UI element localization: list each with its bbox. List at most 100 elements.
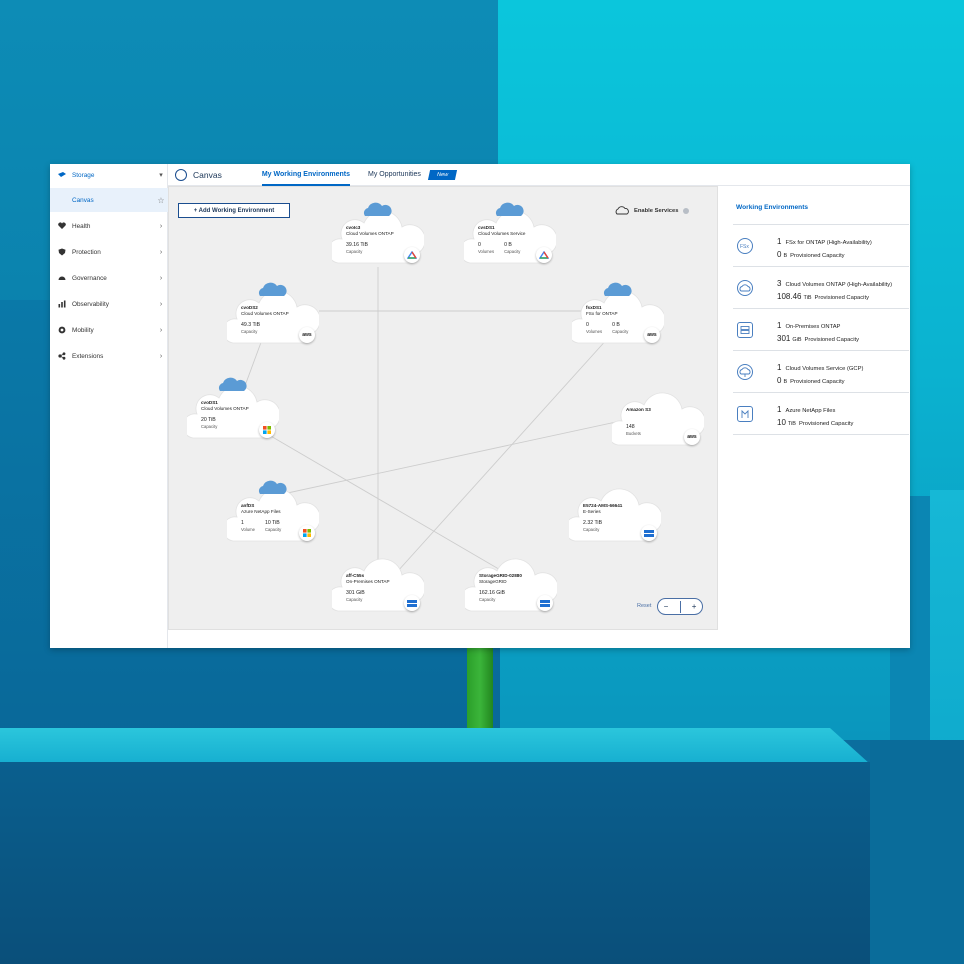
metric-label: Volumes <box>586 328 603 334</box>
small-cloud-icon <box>258 480 287 494</box>
metric-label: Volumes <box>478 248 495 254</box>
panel-title: Working Environments <box>736 204 809 211</box>
sidebar-item-observability[interactable]: Observability › <box>50 293 168 315</box>
node-type: Cloud Volumes ONTAP <box>201 406 249 412</box>
background-floor <box>870 740 964 964</box>
tab-my-working-environments[interactable]: My Working Environments <box>261 164 351 186</box>
zoom-in-button[interactable]: + <box>692 602 697 611</box>
working-environment-node[interactable]: E5724-AMS-66641 E-Series 2.32 TiB Capacit… <box>569 487 661 543</box>
metric-value: 49.3 TiB <box>241 322 261 328</box>
node-metrics: 162.16 GiB Capacity <box>479 590 515 602</box>
working-environment-node[interactable]: cvsDS1 Cloud Volumes Service 0 Volumes 0 … <box>464 202 556 265</box>
node-type: Azure NetApp Files <box>241 509 281 515</box>
sidebar-item-label: Observability <box>72 300 109 308</box>
item-count: 1 <box>777 237 782 246</box>
divider <box>679 600 681 613</box>
working-environment-node[interactable]: cvoDS1 Cloud Volumes ONTAP 20 TiB Capacit… <box>187 377 279 440</box>
node-type: Cloud Volumes ONTAP <box>241 311 289 317</box>
node-info: cvoDS2 Cloud Volumes ONTAP <box>241 305 289 317</box>
azure-icon <box>299 525 315 541</box>
sidebar-item-label: Protection <box>72 248 101 256</box>
metric-value: 2.32 TiB <box>583 520 603 526</box>
sidebar-item-extensions[interactable]: Extensions › <box>50 345 168 367</box>
zoom-control: − + <box>657 598 703 615</box>
working-environment-node[interactable]: fsxDS1 FSx for ONTAP 0 Volumes 0 B Capacit… <box>572 282 664 345</box>
server-icon <box>641 525 657 541</box>
node-metrics: 148 Buckets <box>626 424 651 436</box>
node-name: Amazon S3 <box>626 407 651 412</box>
sidebar-item-canvas[interactable]: Canvas ☆ <box>50 188 168 212</box>
item-count: 1 <box>777 321 782 330</box>
google-cloud-icon <box>536 247 552 263</box>
node-type: FSx for ONTAP <box>586 311 618 317</box>
node-type: E-Series <box>583 509 601 515</box>
node-metrics: 49.3 TiB Capacity <box>241 322 270 334</box>
metric-value: 162.16 GiB <box>479 590 505 596</box>
item-label: Cloud Volumes ONTAP (High-Availability) <box>785 282 893 288</box>
storage-icon <box>58 172 66 177</box>
chevron-right-icon: › <box>159 222 163 230</box>
item-count: 1 <box>777 405 782 414</box>
item-value: 0 <box>777 376 782 385</box>
node-info: cvsDS1 Cloud Volumes Service <box>478 225 526 237</box>
sidebar-item-mobility[interactable]: Mobility › <box>50 319 168 341</box>
item-label: Azure NetApp Files <box>785 408 836 414</box>
node-info: anfDS Azure NetApp Files <box>241 503 281 515</box>
working-environment-node[interactable]: StorageGRID-02880 StorageGRID 162.16 GiB… <box>465 557 557 613</box>
item-suffix: Provisioned Capacity <box>790 379 845 385</box>
metric-value: 301 GiB <box>346 590 365 596</box>
item-suffix: Provisioned Capacity <box>804 337 859 343</box>
sidebar-item-label: Governance <box>72 274 107 282</box>
chevron-right-icon: › <box>159 248 163 256</box>
item-suffix: Provisioned Capacity <box>798 421 854 427</box>
list-item[interactable]: 1 Azure NetApp Files 10 TiB Provisioned Cap… <box>733 394 909 435</box>
sidebar-item-protection[interactable]: Protection › <box>50 241 168 263</box>
small-cloud-icon <box>218 377 247 391</box>
node-info: E5724-AMS-66641 E-Series <box>583 503 622 515</box>
node-metrics: 2.32 TiB Capacity <box>583 520 612 532</box>
health-icon <box>58 222 66 229</box>
node-info: Amazon S3 <box>626 407 651 413</box>
zoom-out-button[interactable]: − <box>664 602 669 611</box>
sidebar-item-label: Extensions <box>72 352 104 360</box>
list-item[interactable]: 1 On-Premises ONTAP 301 GiB Provisioned Cap… <box>733 310 909 351</box>
list-item[interactable]: FSx 1 FSx for ONTAP (High-Availability) 0… <box>733 226 909 267</box>
info-icon[interactable] <box>683 207 690 214</box>
node-info: cvoDS1 Cloud Volumes ONTAP <box>201 400 249 412</box>
governance-icon <box>58 276 66 280</box>
item-unit: TiB <box>787 421 796 427</box>
chevron-down-icon: ▾ <box>159 172 163 179</box>
star-icon[interactable]: ☆ <box>154 196 168 205</box>
canvas-area[interactable]: + Add Working Environment Enable Service… <box>168 186 718 630</box>
add-working-environment-button[interactable]: + Add Working Environment <box>178 203 290 218</box>
sidebar-item-label: Storage <box>72 171 95 179</box>
chevron-right-icon: › <box>159 274 163 282</box>
enable-services-button[interactable]: Enable Services <box>614 206 690 215</box>
list-item[interactable]: 1 Cloud Volumes Service (GCP) 0 B Provision… <box>733 352 909 393</box>
metric-label: Capacity <box>479 596 496 602</box>
working-environment-node[interactable]: aff-C55s On-Premises ONTAP 301 GiB Capaci… <box>332 557 424 613</box>
svg-text:FSx: FSx <box>740 244 749 250</box>
sidebar-item-storage[interactable]: Storage ▾ <box>50 164 168 186</box>
metric-label: Capacity <box>583 526 600 532</box>
node-info: StorageGRID-02880 StorageGRID <box>479 573 522 585</box>
node-metrics: 20 TiB Capacity <box>201 417 227 429</box>
fsx-icon: FSx <box>737 238 753 254</box>
chevron-right-icon: › <box>159 326 163 334</box>
top-bar: Canvas My Working Environments My Opport… <box>168 164 910 186</box>
working-environment-node[interactable]: cvoIc3 Cloud Volumes ONTAP 39.16 TiB Capa… <box>332 202 424 265</box>
node-metrics: 1 Volume 10 TiB Capacity <box>241 520 291 532</box>
metric-label: Capacity <box>346 596 363 602</box>
working-environment-node[interactable]: Amazon S3 148 Buckets aws <box>612 391 704 447</box>
working-environment-node[interactable]: anfDS Azure NetApp Files 1 Volume 10 TiB C… <box>227 480 319 543</box>
new-badge: New <box>427 169 458 180</box>
reset-button[interactable]: Reset <box>637 603 651 609</box>
item-unit: B <box>783 253 788 259</box>
list-item[interactable]: 3 Cloud Volumes ONTAP (High-Availability)… <box>733 268 909 309</box>
sidebar-item-health[interactable]: Health › <box>50 215 168 237</box>
metric-label: Capacity <box>264 526 282 532</box>
tab-my-opportunities[interactable]: My Opportunities <box>368 164 421 186</box>
working-environment-node[interactable]: cvoDS2 Cloud Volumes ONTAP 49.3 TiB Capac… <box>227 282 319 345</box>
metric-value: 20 TiB <box>201 417 216 423</box>
sidebar-item-governance[interactable]: Governance › <box>50 267 168 289</box>
